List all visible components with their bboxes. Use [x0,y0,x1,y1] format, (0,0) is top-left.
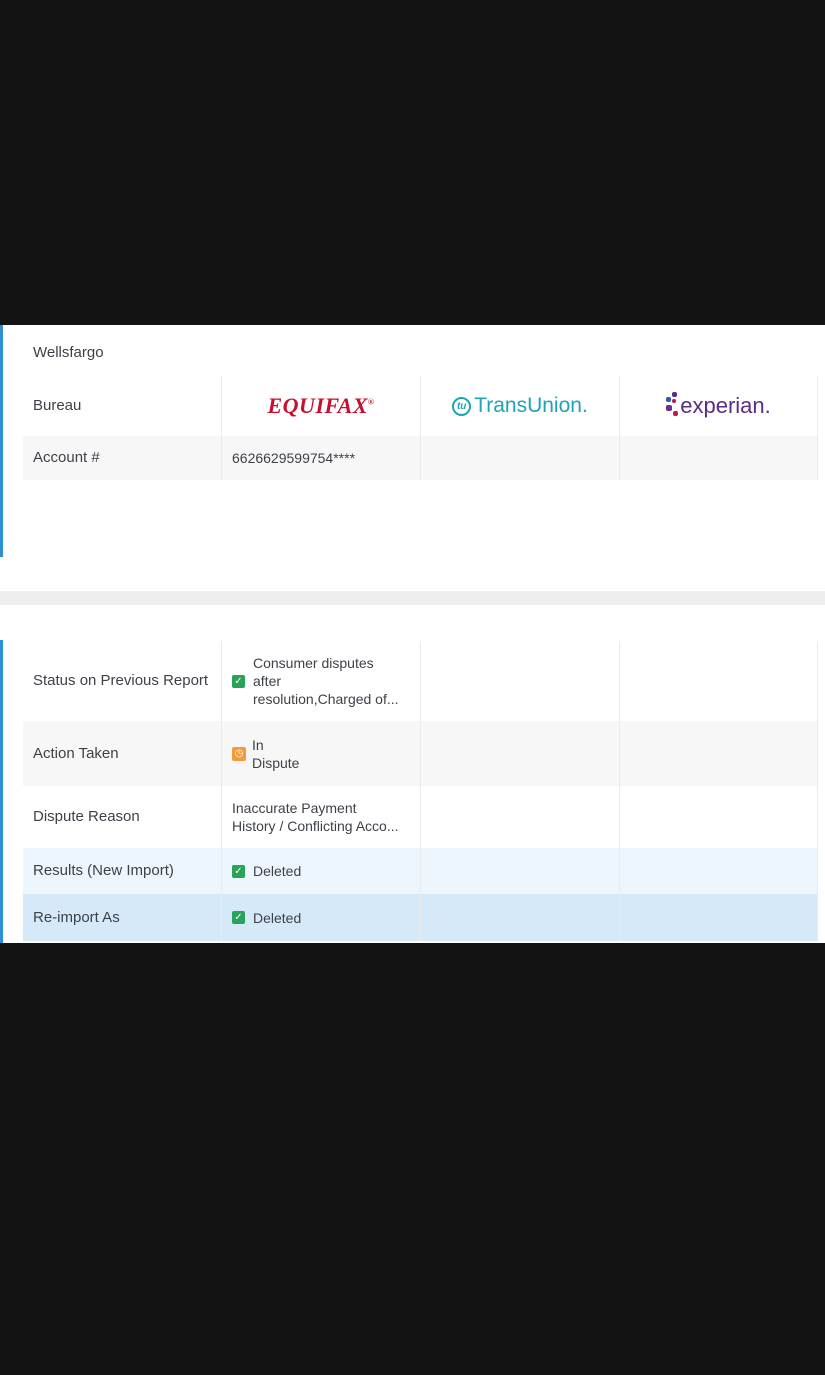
action-taken-label: Action Taken [33,744,119,762]
check-icon: ✓ [232,674,245,688]
status-previous-row: Status on Previous Report ✓ Consumer dis… [23,641,818,721]
check-icon: ✓ [232,864,245,878]
status-previous-label: Status on Previous Report [33,672,209,689]
bureau-transunion-cell: tu TransUnion. [420,376,619,436]
experian-logo: experian. [666,390,771,422]
transunion-logo: tu TransUnion. [452,394,588,418]
dispute-reason-label: Dispute Reason [33,808,140,825]
action-taken-value: In Dispute [252,736,300,771]
reimport-as-row[interactable]: Re-import As ✓ Deleted [23,894,818,941]
bureau-equifax-cell: EQUIFAX® [221,376,420,436]
dispute-panel-accent [0,640,3,943]
account-panel-accent [0,325,3,557]
bureau-label: Bureau [33,397,82,414]
experian-dots-icon [666,390,679,422]
results-new-import-value: Deleted [253,863,302,879]
account-number-label: Account # [33,449,100,466]
account-number-row: Account # 6626629599754**** [23,436,818,480]
reimport-as-value: Deleted [253,909,302,926]
dispute-reason-value: Inaccurate Payment History / Conflicting… [232,800,399,834]
results-new-import-row: Results (New Import) ✓ Deleted [23,848,818,894]
clock-icon: ◷ [232,746,246,761]
equifax-logo: EQUIFAX® [267,393,375,418]
section-divider [0,591,825,605]
action-taken-row: Action Taken ◷ In Dispute [23,721,818,786]
results-new-import-label: Results (New Import) [33,862,174,879]
check-icon: ✓ [232,911,245,924]
dispute-reason-row: Dispute Reason Inaccurate Payment Histor… [23,786,818,848]
status-previous-value: Consumer disputes after resolution,Charg… [253,655,399,707]
transunion-mark-icon: tu [452,396,472,416]
bureau-row: Bureau EQUIFAX® tu TransUnion. experian. [23,376,818,436]
creditor-name: Wellsfargo [33,344,104,361]
bureau-experian-cell: experian. [619,376,818,436]
account-number-value: 6626629599754**** [232,450,356,466]
reimport-as-label: Re-import As [33,908,120,926]
